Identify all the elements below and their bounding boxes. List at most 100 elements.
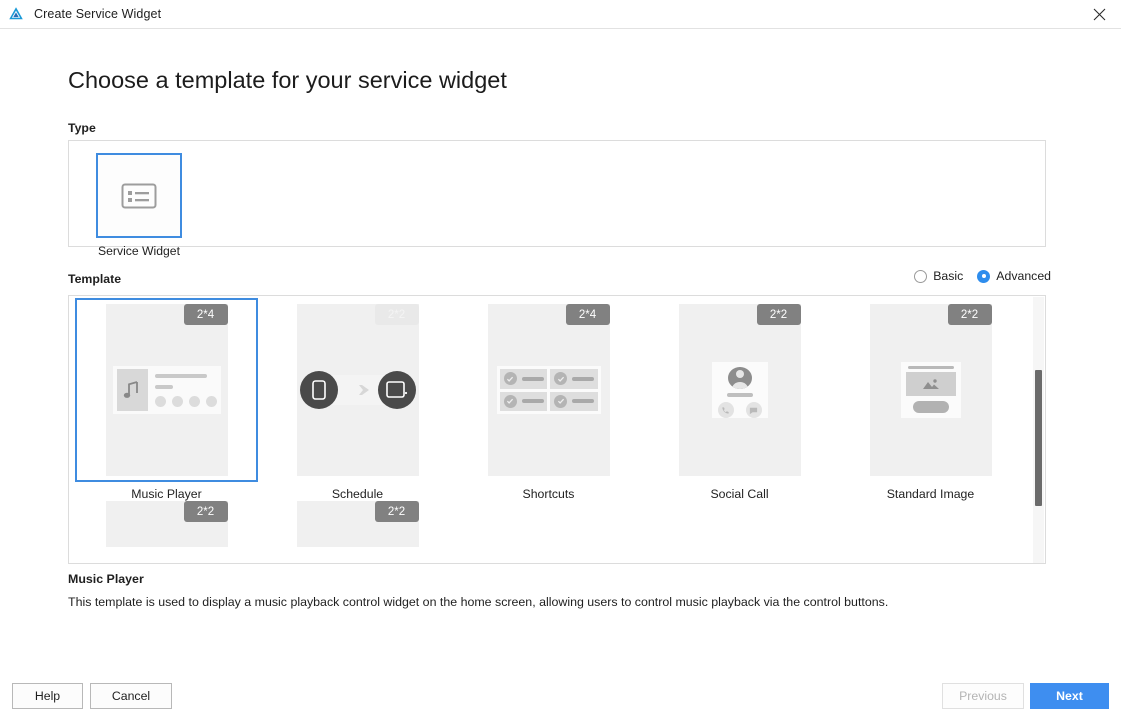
album-art-placeholder — [116, 369, 148, 411]
template-label: Music Player — [131, 487, 202, 501]
type-card-service-widget[interactable] — [96, 153, 182, 238]
control-dot — [205, 395, 217, 407]
departure-icon-circle — [299, 371, 338, 409]
template-item-row2-partial-1[interactable]: 2*2 — [71, 501, 262, 547]
player-controls-placeholder — [154, 395, 217, 407]
template-size-badge: 2*4 — [183, 304, 228, 325]
deveco-logo-icon — [9, 7, 23, 20]
airplane-icon — [346, 385, 369, 395]
description-text: This template is used to display a music… — [68, 595, 889, 609]
template-label: Schedule — [331, 487, 384, 501]
avatar-icon — [727, 367, 752, 390]
template-thumbnail: 2*2 — [296, 304, 419, 476]
message-icon — [745, 402, 762, 418]
track-artist-placeholder — [154, 384, 173, 389]
template-size-badge: 2*2 — [374, 501, 419, 522]
radio-basic-label: Basic — [933, 269, 964, 283]
standard-image-preview — [870, 362, 992, 418]
radio-advanced[interactable]: Advanced — [977, 269, 1051, 283]
template-card[interactable]: 2*2 — [266, 298, 449, 482]
radio-basic[interactable]: Basic — [914, 269, 963, 283]
template-item-music-player[interactable]: 2*4 Music Player — [71, 298, 262, 501]
cancel-button[interactable]: Cancel — [90, 683, 172, 709]
template-card[interactable]: 2*4 — [75, 298, 258, 482]
shortcut-line-placeholder — [521, 399, 544, 404]
template-item-schedule[interactable]: 2*2 Schedule — [262, 298, 453, 501]
template-label: Shortcuts — [522, 487, 575, 501]
template-scrollbar-thumb[interactable] — [1035, 370, 1042, 506]
type-card-label: Service Widget — [98, 244, 180, 258]
template-item-row2-partial-2[interactable]: 2*2 — [262, 501, 453, 547]
template-thumbnail: 2*2 — [678, 304, 801, 476]
shortcut-cell — [499, 391, 547, 411]
call-buttons-placeholder — [717, 402, 762, 418]
phone-icon — [717, 402, 734, 418]
control-dot — [154, 395, 166, 407]
template-thumbnail: 2*2 — [296, 501, 419, 547]
template-card[interactable]: 2*4 — [457, 298, 640, 482]
check-circle-icon — [554, 394, 567, 408]
template-label: Social Call — [710, 487, 769, 501]
dialog-content: Choose a template for your service widge… — [0, 29, 1121, 717]
check-circle-icon — [503, 394, 517, 408]
previous-button[interactable]: Previous — [942, 683, 1024, 709]
type-panel: Service Widget — [68, 140, 1046, 258]
image-title-placeholder — [907, 366, 954, 369]
close-icon — [1093, 8, 1105, 21]
control-dot — [188, 395, 200, 407]
radio-basic-indicator-icon — [914, 269, 928, 283]
template-grid: 2*4 Music Player 2*2 Schedule 2*4 Shortc… — [69, 296, 1029, 547]
template-label: Standard Image — [886, 487, 975, 501]
close-button[interactable] — [1077, 0, 1121, 29]
check-circle-icon — [503, 372, 517, 386]
radio-advanced-label: Advanced — [996, 269, 1051, 283]
template-size-badge: 2*4 — [565, 304, 610, 325]
contact-name-placeholder — [726, 393, 753, 397]
check-circle-icon — [554, 372, 567, 386]
next-button[interactable]: Next — [1030, 683, 1109, 709]
template-thumbnail: 2*2 — [105, 501, 228, 547]
template-scrollbar[interactable] — [1033, 297, 1044, 563]
shortcut-cell — [550, 391, 598, 411]
template-thumbnail: 2*4 — [487, 304, 610, 476]
template-size-badge: 2*2 — [183, 501, 228, 522]
template-card[interactable]: 2*2 — [839, 298, 1022, 482]
template-section-label: Template — [68, 272, 122, 286]
tablet-device-icon — [385, 381, 407, 398]
template-item-standard-image[interactable]: 2*2 Standard Image — [835, 298, 1026, 501]
template-size-badge: 2*2 — [947, 304, 992, 325]
shortcut-line-placeholder — [572, 376, 594, 381]
page-title: Choose a template for your service widge… — [68, 67, 507, 93]
template-mode-radio-group: Basic Advanced — [914, 269, 1051, 283]
template-item-social-call[interactable]: 2*2 Social Call — [644, 298, 835, 501]
template-card[interactable]: 2*2 — [648, 298, 831, 482]
template-size-badge: 2*2 — [756, 304, 801, 325]
shortcut-cell — [550, 369, 598, 389]
template-panel: 2*4 Music Player 2*2 Schedule 2*4 Shortc… — [68, 295, 1046, 564]
shortcuts-preview — [488, 366, 610, 414]
image-button-placeholder — [912, 401, 949, 413]
image-placeholder-icon — [905, 372, 956, 396]
help-button[interactable]: Help — [12, 683, 83, 709]
music-player-preview — [106, 366, 228, 414]
template-item-shortcuts[interactable]: 2*4 Shortcuts — [453, 298, 644, 501]
shortcut-cell — [499, 369, 547, 389]
control-dot — [171, 395, 183, 407]
shortcut-line-placeholder — [521, 376, 544, 381]
template-thumbnail: 2*4 — [105, 304, 228, 476]
description-title: Music Player — [68, 572, 144, 586]
phone-device-icon — [311, 380, 326, 400]
template-size-badge: 2*2 — [374, 304, 419, 325]
music-note-icon — [123, 381, 138, 398]
radio-advanced-indicator-icon — [977, 269, 991, 283]
window-titlebar: Create Service Widget — [0, 0, 1121, 29]
template-thumbnail: 2*2 — [869, 304, 992, 476]
arrival-icon-circle — [377, 371, 416, 409]
schedule-preview — [297, 363, 419, 417]
service-widget-list-icon — [121, 183, 157, 208]
social-call-preview — [679, 362, 801, 418]
window-title: Create Service Widget — [34, 7, 162, 21]
type-section-label: Type — [68, 121, 96, 135]
track-title-placeholder — [154, 373, 207, 378]
shortcut-line-placeholder — [572, 399, 594, 404]
